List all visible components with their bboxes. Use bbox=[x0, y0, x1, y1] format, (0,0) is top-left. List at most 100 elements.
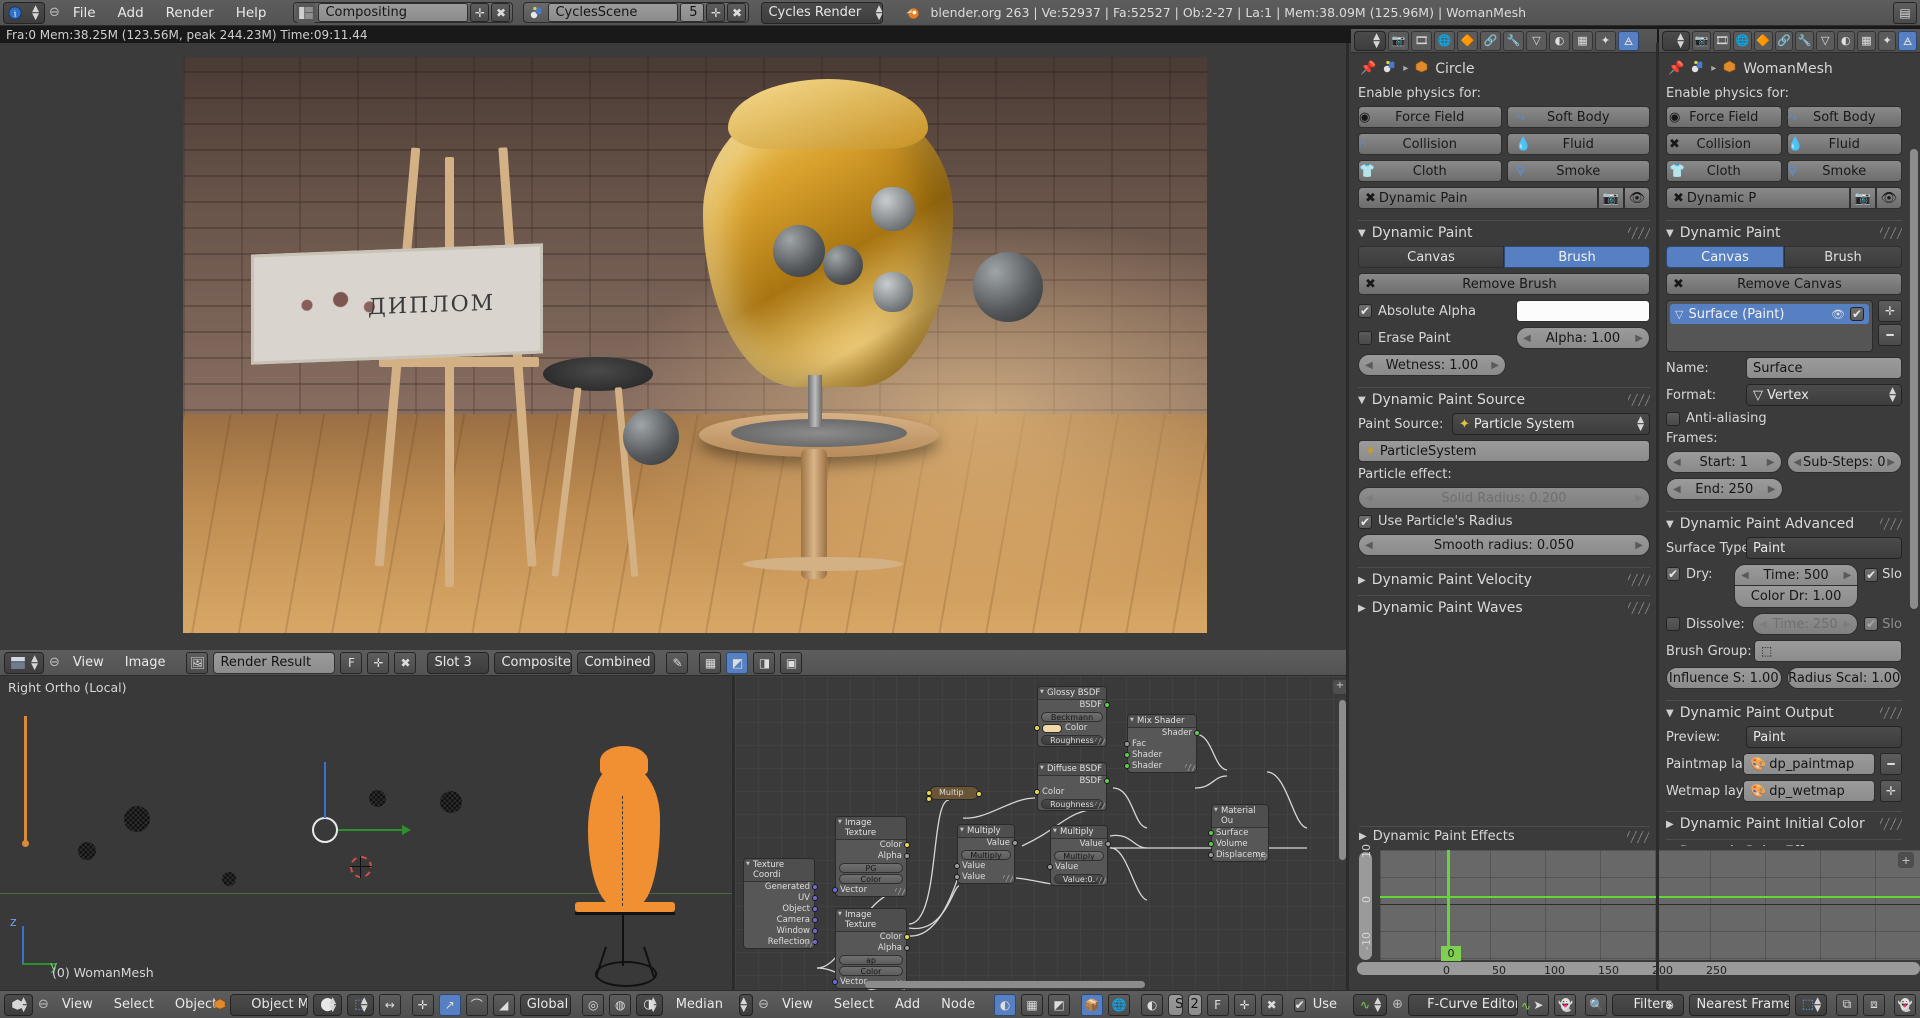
render-layers-tab-icon[interactable]: 🎞 bbox=[1712, 30, 1732, 51]
select-mode-dropdown[interactable]: ⬚ ▲ ▼ bbox=[347, 993, 374, 1016]
editor-type-selector-fcurve[interactable]: ∿ ▲ ▼ bbox=[1353, 993, 1388, 1016]
node-texture-coordinate[interactable]: Texture Coordi Generated UV Object Camer… bbox=[743, 858, 818, 949]
new-material-button[interactable]: ✛ bbox=[1233, 993, 1256, 1016]
interaction-mode-dropdown[interactable]: Object Mode bbox=[230, 993, 309, 1016]
modifiers-tab-icon[interactable]: 🔧 bbox=[1503, 30, 1524, 51]
visibility-eye-icon[interactable]: 👁 bbox=[1624, 187, 1650, 209]
screen-layout-field[interactable]: Compositing bbox=[318, 3, 469, 22]
panel-header-dynamic-paint-waves[interactable]: ▶ Dynamic Paint Waves bbox=[1358, 595, 1650, 616]
render-layers-icon[interactable]: ◍ bbox=[609, 993, 632, 1016]
scene-tab-icon[interactable]: 🌐 bbox=[1733, 30, 1752, 51]
render-tab-icon[interactable]: 📷 bbox=[1388, 30, 1409, 51]
absolute-alpha-checkbox[interactable]: ✔ bbox=[1358, 304, 1372, 318]
snap-mode-dropdown[interactable]: Nearest Frame bbox=[1689, 993, 1790, 1016]
image-menu-image[interactable]: Image bbox=[117, 653, 174, 672]
node-scrollbar-vertical[interactable] bbox=[1339, 700, 1346, 860]
collapse-menu-icon[interactable]: ⊕ bbox=[1392, 997, 1403, 1012]
paintmap-remove-button[interactable]: ━ bbox=[1880, 753, 1902, 775]
panel-header-dynamic-paint-source[interactable]: ▼ Dynamic Paint Source bbox=[1358, 387, 1650, 408]
scene-field[interactable]: CyclesScene bbox=[548, 3, 679, 22]
image-tag-2[interactable]: ap bbox=[839, 955, 903, 965]
image-name-field[interactable]: Render Result bbox=[213, 651, 336, 674]
data-tab-icon[interactable]: ▽ bbox=[1815, 30, 1835, 51]
node-menu-select[interactable]: Select bbox=[826, 995, 882, 1014]
object-tab-icon[interactable]: 🔗 bbox=[1480, 30, 1501, 51]
image-tag-1[interactable]: PG bbox=[839, 863, 903, 873]
collapse-menu-icon[interactable]: ⊖ bbox=[758, 997, 769, 1012]
dry-time-slider[interactable]: ◀ Time: 500 ▶ bbox=[1734, 564, 1859, 586]
render-icon[interactable]: ▣ bbox=[780, 651, 803, 674]
node-image-texture-2[interactable]: Image Texture Color Alpha ap Color Vecto… bbox=[832, 908, 910, 989]
unlink-material-button[interactable]: ✖ bbox=[1260, 993, 1283, 1016]
node-material-output[interactable]: Material Ou Surface Volume Displaceme bbox=[1208, 804, 1269, 862]
erase-paint-checkbox[interactable] bbox=[1358, 331, 1372, 345]
shader-nodes-icon[interactable]: ◐ bbox=[994, 993, 1017, 1016]
physics-tab-icon[interactable]: 🜁 bbox=[1618, 30, 1639, 51]
scene-users[interactable]: 5 bbox=[680, 3, 705, 22]
texture-tab-icon[interactable]: ▦ bbox=[1572, 30, 1593, 51]
smoke-button-right[interactable]: 🜃 Smoke bbox=[1786, 160, 1902, 182]
anti-aliasing-checkbox[interactable] bbox=[1666, 411, 1680, 426]
bake-icon[interactable]: 📷 bbox=[1850, 187, 1876, 209]
material-name-field[interactable]: Staue bbox=[1168, 993, 1183, 1016]
world-tab-icon[interactable]: 🔶 bbox=[1753, 30, 1773, 51]
brush-tab-right[interactable]: Brush bbox=[1784, 246, 1902, 268]
canvas-tab-right[interactable]: Canvas bbox=[1666, 246, 1784, 268]
node-image-texture-1[interactable]: Image Texture Color Alpha PG Color Vecto… bbox=[832, 816, 910, 897]
material-tab-icon[interactable]: ◐ bbox=[1549, 30, 1570, 51]
properties-editor-womanmesh[interactable]: ▲ ▼ 📷 🎞 🌐 🔶 🔗 🔧 ▽ ◐ ▦ ✦ 🜁 📌 ▸ WomanMesh E… bbox=[1659, 29, 1920, 846]
fcurve-mode-dropdown[interactable]: F-Curve Editor bbox=[1408, 993, 1519, 1016]
collision-button-left[interactable]: ⑃ Collision bbox=[1358, 133, 1502, 155]
image-datablock-icon[interactable]: 🖼 bbox=[186, 651, 209, 674]
render-pass-selector[interactable]: Combined bbox=[577, 651, 656, 674]
cloth-button-left[interactable]: 👕 Cloth bbox=[1358, 160, 1502, 182]
scene-selector[interactable]: CyclesScene 5 ✛ ✖ bbox=[523, 2, 750, 23]
dissolve-time-slider[interactable]: ◀ Time: 250 ▶ bbox=[1752, 613, 1859, 635]
screen-layout-selector[interactable]: Compositing ✛ ✖ bbox=[293, 2, 514, 23]
new-layout-button[interactable]: ✛ bbox=[470, 3, 490, 22]
properties-scrollbar-right[interactable] bbox=[1910, 149, 1918, 609]
surface-format-dropdown[interactable]: ▽ Vertex ▲ ▼ bbox=[1746, 384, 1902, 406]
world-slot-icon[interactable]: 🌐 bbox=[1108, 993, 1131, 1016]
panel-header-dynamic-paint-right[interactable]: ▼ Dynamic Paint bbox=[1666, 220, 1902, 241]
new-image-button[interactable]: ✛ bbox=[367, 651, 390, 674]
node-menu-view[interactable]: View bbox=[774, 995, 821, 1014]
canvas-tab-left[interactable]: Canvas bbox=[1358, 246, 1504, 268]
search-icon[interactable]: 🔍 bbox=[1585, 993, 1608, 1016]
dynamic-paint-button-right[interactable]: ✖ Dynamic P bbox=[1666, 187, 1850, 209]
manipulator-mode-icon[interactable]: ◢ bbox=[492, 993, 515, 1016]
report-icon[interactable]: ▤ bbox=[1893, 1, 1917, 24]
panel-header-dynamic-paint-advanced[interactable]: ▼ Dynamic Paint Advanced bbox=[1666, 511, 1902, 532]
properties-editor-circle[interactable]: ▲ ▼ 📷 🎞 🌐 🔶 🔗 🔧 ▽ ◐ ▦ ✦ 🜁 📌 ▸ Circle Enab… bbox=[1351, 29, 1657, 846]
object-slot-icon[interactable]: 📦 bbox=[1081, 993, 1104, 1016]
render-layer-selector[interactable]: Composite bbox=[494, 651, 573, 674]
new-scene-button[interactable]: ✛ bbox=[706, 3, 726, 22]
fluid-button-left[interactable]: 💧 Fluid bbox=[1506, 133, 1650, 155]
brush-tab-left[interactable]: Brush bbox=[1504, 246, 1650, 268]
panel-header-dynamic-paint-velocity[interactable]: ▶ Dynamic Paint Velocity bbox=[1358, 567, 1650, 588]
sub-steps-slider[interactable]: ◀ Sub-Steps: 0 ▶ bbox=[1786, 451, 1902, 473]
node-multiply-b[interactable]: Multiply Value Multiply Value Value:0. bbox=[1047, 825, 1111, 886]
viewport-shading-dropdown[interactable]: ⬤ ▲ ▼ bbox=[313, 993, 343, 1016]
texture-tab-icon[interactable]: ▦ bbox=[1857, 30, 1876, 51]
proportional-edit-icon[interactable]: ↔ bbox=[378, 993, 401, 1016]
menu-file[interactable]: File bbox=[64, 3, 105, 23]
glossy-distribution[interactable]: Beckmann bbox=[1041, 712, 1103, 722]
pivot-point-dropdown[interactable]: ◑ ▲ ▼ bbox=[636, 993, 663, 1016]
add-surface-button[interactable]: ✛ bbox=[1878, 300, 1902, 322]
frame-end-slider[interactable]: ◀ End: 250 ▶ bbox=[1666, 478, 1783, 500]
cloth-button-right[interactable]: 👕 Cloth bbox=[1666, 160, 1782, 182]
use-particles-radius-checkbox[interactable]: ✔ bbox=[1358, 514, 1372, 529]
node-mix-shader[interactable]: Mix Shader Shader Fac Shader Shader bbox=[1124, 714, 1200, 773]
translate-manipulator-icon[interactable]: ✛ bbox=[411, 993, 434, 1016]
particles-tab-icon[interactable]: ✦ bbox=[1877, 30, 1897, 51]
physics-tab-icon[interactable]: 🜁 bbox=[1898, 30, 1918, 51]
menu-render[interactable]: Render bbox=[157, 3, 223, 23]
visibility-eye-icon[interactable]: 👁 bbox=[1876, 187, 1902, 209]
fcurve-graph-area[interactable] bbox=[1380, 850, 1920, 960]
image-colorspace-1[interactable]: Color bbox=[839, 874, 903, 884]
dissolve-slow-checkbox[interactable]: ✔ bbox=[1864, 617, 1879, 631]
modifiers-tab-icon[interactable]: 🔧 bbox=[1795, 30, 1814, 51]
remove-canvas-button[interactable]: ✖ Remove Canvas bbox=[1666, 273, 1902, 295]
fluid-button-right[interactable]: 💧 Fluid bbox=[1786, 133, 1902, 155]
